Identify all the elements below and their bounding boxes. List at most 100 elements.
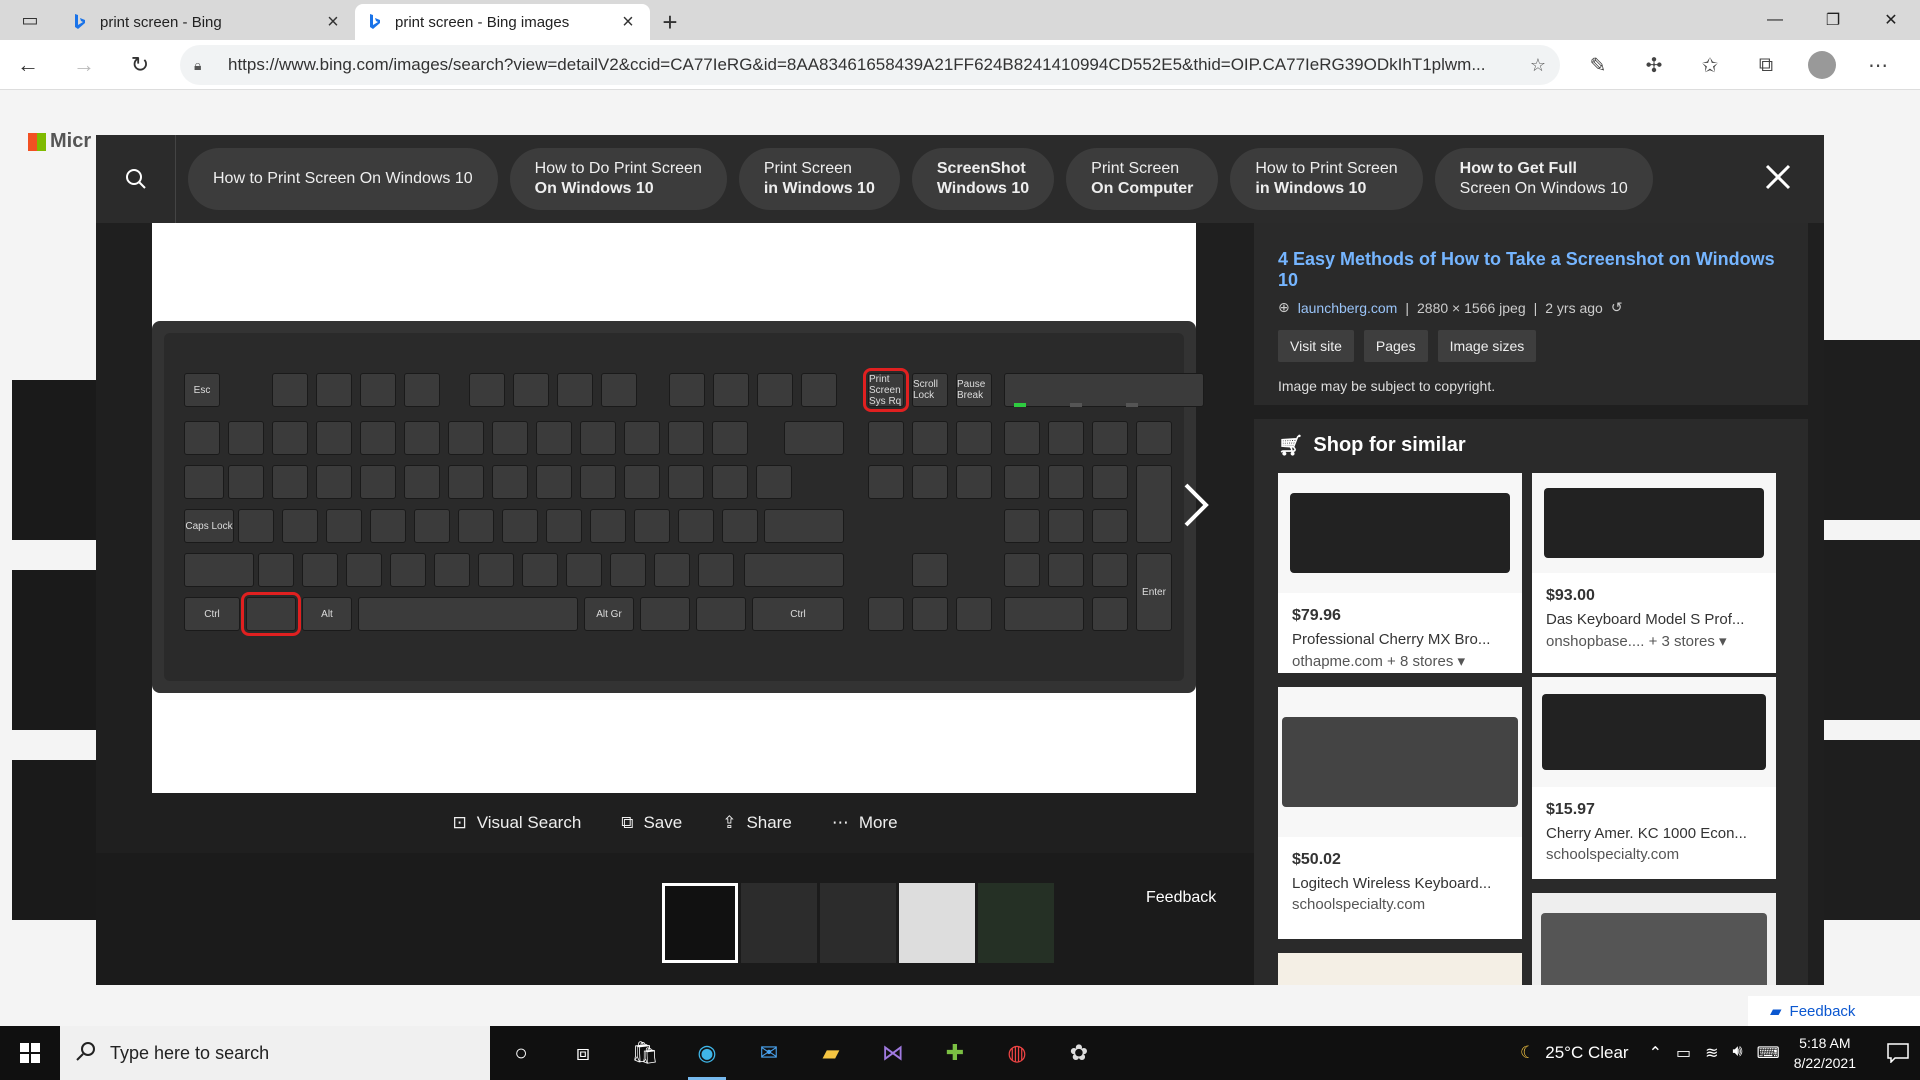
product-card[interactable]: $93.00 Das Keyboard Model S Prof... onsh… (1532, 473, 1776, 673)
keyboard-key (712, 421, 748, 455)
tab-bing-search[interactable]: print screen - Bing × (60, 4, 355, 40)
tab-title: print screen - Bing (100, 13, 222, 31)
next-image-icon[interactable] (1176, 475, 1216, 535)
keyboard-key (434, 553, 470, 587)
keyboard-key (316, 421, 352, 455)
filmstrip-thumbnail[interactable] (978, 883, 1054, 963)
image-meta: ⊕ launchberg.com | 2880 × 1566 jpeg | 2 … (1278, 299, 1784, 316)
taskbar-search-box[interactable]: Type here to search (60, 1026, 490, 1080)
chip-line: How to Get Full (1459, 160, 1577, 177)
product-card[interactable]: $15.97 Cherry Amer. KC 1000 Econ... scho… (1532, 677, 1776, 879)
chip-line: Print Screen (763, 160, 852, 177)
save-button[interactable]: ⧉ Save (621, 813, 682, 833)
maximize-icon[interactable]: ❐ (1804, 0, 1862, 40)
product-store[interactable]: onshopbase.... + 3 stores ▾ (1546, 632, 1762, 650)
filmstrip-thumbnail-selected[interactable] (662, 883, 738, 963)
read-aloud-icon[interactable]: ✎ (1570, 40, 1626, 90)
keyboard-key (801, 373, 837, 407)
filmstrip (96, 853, 1254, 985)
product-image (1278, 687, 1522, 837)
chrome-icon[interactable]: ◍ (986, 1026, 1048, 1080)
favorites-icon[interactable]: ✩ (1682, 40, 1738, 90)
more-button[interactable]: ⋯ More (832, 813, 898, 833)
related-chip[interactable]: How to Print Screen On Windows 10 (188, 148, 498, 210)
product-body: $15.97 Cherry Amer. KC 1000 Econ... scho… (1532, 787, 1776, 863)
keyboard-key (640, 597, 690, 631)
product-keyboard-image (1290, 493, 1510, 573)
back-icon[interactable]: ← (0, 40, 56, 90)
minimize-icon[interactable]: — (1746, 0, 1804, 40)
edge-icon[interactable]: ◉ (676, 1026, 738, 1080)
product-card[interactable] (1278, 953, 1522, 985)
paint-icon[interactable]: ✿ (1048, 1026, 1110, 1080)
refresh-icon[interactable]: ↻ (112, 40, 168, 90)
mail-icon[interactable]: ✉ (738, 1026, 800, 1080)
filmstrip-thumbnail[interactable] (741, 883, 817, 963)
related-chip[interactable]: How to Do Print Screen On Windows 10 (509, 148, 727, 210)
search-icon[interactable] (96, 135, 176, 223)
keyboard-key (241, 592, 301, 636)
weather-widget[interactable]: ☾ 25°C Clear (1520, 1043, 1629, 1063)
product-card[interactable]: $50.02 Logitech Wireless Keyboard... sch… (1278, 687, 1522, 939)
product-price: $50.02 (1292, 851, 1341, 868)
close-tab-icon[interactable]: × (323, 11, 343, 34)
image-source-title[interactable]: 4 Easy Methods of How to Take a Screensh… (1278, 249, 1784, 291)
add-favorite-icon[interactable]: ☆ (1530, 55, 1546, 76)
related-chip[interactable]: Print Screen On Computer (1066, 148, 1219, 210)
close-tab-icon[interactable]: × (618, 11, 638, 34)
settings-more-icon[interactable]: ⋯ (1850, 40, 1906, 90)
windows-start-icon[interactable] (0, 1026, 60, 1080)
product-store[interactable]: schoolspecialty.com (1292, 896, 1508, 913)
keyboard-key (1048, 421, 1084, 455)
pages-button[interactable]: Pages (1363, 330, 1428, 362)
close-window-icon[interactable]: ✕ (1862, 0, 1920, 40)
task-view-icon[interactable]: ⧈ (552, 1026, 614, 1080)
profile-avatar[interactable] (1794, 40, 1850, 90)
tab-bing-images[interactable]: print screen - Bing images × (355, 4, 650, 40)
related-chip[interactable]: Print Screen in Windows 10 (738, 148, 900, 210)
keyboard-key (868, 465, 904, 499)
chevron-up-icon[interactable]: ⌃ (1649, 1043, 1662, 1063)
filmstrip-thumbnail[interactable] (899, 883, 975, 963)
product-store[interactable]: schoolspecialty.com (1546, 846, 1762, 863)
app-icon[interactable]: ✚ (924, 1026, 986, 1080)
main-image[interactable]: Esc Print Screen Sys Rq Scroll Lock Pause B… (152, 223, 1204, 793)
visit-site-button[interactable]: Visit site (1278, 330, 1354, 362)
keyboard-key (912, 421, 948, 455)
visual-search-button[interactable]: ⊡ Visual Search (452, 813, 581, 833)
source-domain[interactable]: launchberg.com (1298, 300, 1398, 316)
battery-icon[interactable]: ▭ (1676, 1043, 1691, 1063)
chip-line: How to Do Print Screen (534, 160, 702, 177)
product-store[interactable]: othapme.com + 8 stores ▾ (1292, 652, 1508, 670)
save-icon: ⧉ (621, 813, 634, 832)
clock[interactable]: 5:18 AM 8/22/2021 (1794, 1033, 1856, 1073)
wifi-icon[interactable]: ≋ (1705, 1043, 1718, 1063)
notification-icon[interactable] (1876, 1026, 1920, 1080)
keyboard-key (624, 421, 660, 455)
filmstrip-thumbnail[interactable] (820, 883, 896, 963)
bing-feedback-label: Feedback (1789, 1002, 1856, 1020)
cortana-icon[interactable]: ○ (490, 1026, 552, 1080)
close-viewer-icon[interactable] (1756, 155, 1800, 199)
related-chip[interactable]: ScreenShot Windows 10 (911, 148, 1055, 210)
tab-actions-icon[interactable]: ▭ (0, 0, 60, 40)
volume-icon[interactable]: 🔊︎ (1733, 1043, 1743, 1063)
feedback-link[interactable]: Feedback (1146, 889, 1216, 907)
clock-time: 5:18 AM (1799, 1035, 1851, 1051)
url-field[interactable]: 🔒︎ https://www.bing.com/images/search?vi… (180, 45, 1560, 85)
related-chip[interactable]: How to Get Full Screen On Windows 10 (1434, 148, 1653, 210)
product-card[interactable] (1532, 893, 1776, 985)
extensions-icon[interactable]: ✣ (1626, 40, 1682, 90)
file-explorer-icon[interactable]: ▰ (800, 1026, 862, 1080)
forward-icon[interactable]: → (56, 40, 112, 90)
image-sizes-button[interactable]: Image sizes (1437, 330, 1537, 362)
bing-feedback-button[interactable]: ▰ Feedback (1748, 996, 1920, 1026)
store-icon[interactable]: 🛍︎ (614, 1026, 676, 1080)
keyboard-icon[interactable]: ⌨ (1757, 1043, 1780, 1063)
related-chip[interactable]: How to Print Screen in Windows 10 (1230, 148, 1423, 210)
visual-studio-icon[interactable]: ⋈ (862, 1026, 924, 1080)
new-tab-button[interactable]: + (650, 4, 690, 40)
collections-icon[interactable]: ⧉ (1738, 40, 1794, 90)
share-button[interactable]: ⇪ Share (722, 813, 792, 833)
product-card[interactable]: $79.96 Professional Cherry MX Bro... oth… (1278, 473, 1522, 673)
